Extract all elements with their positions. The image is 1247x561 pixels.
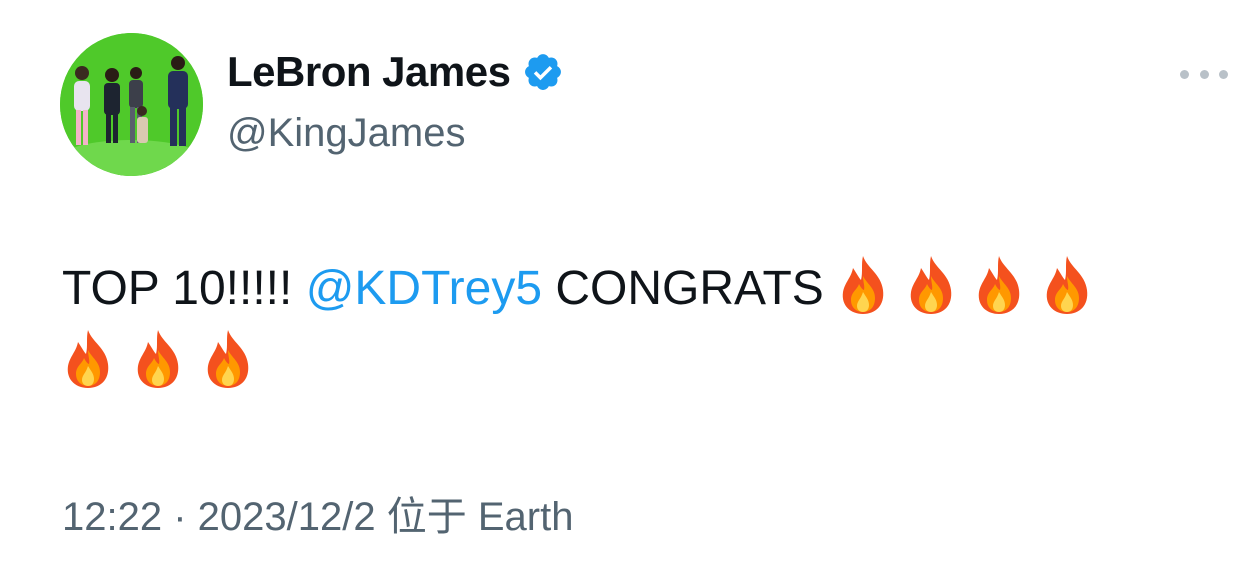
flame-group-1	[837, 256, 1109, 315]
more-dot	[1180, 69, 1189, 79]
fire-emoji-icon	[837, 254, 889, 316]
author-handle[interactable]: @KingJames	[227, 111, 465, 156]
avatar[interactable]	[60, 33, 203, 176]
tweet-text: TOP 10!!!!! @KDTrey5 CONGRATS	[62, 252, 1202, 400]
tweet-time[interactable]: 12:22	[62, 495, 162, 539]
fire-emoji-icon	[132, 328, 184, 390]
verified-badge-icon[interactable]	[522, 51, 564, 93]
fire-emoji-icon	[973, 254, 1025, 316]
tweet-text-end: CONGRATS	[542, 262, 824, 315]
tweet-text-start: TOP 10!!!!!	[62, 262, 306, 315]
more-dot	[1219, 69, 1228, 79]
fire-emoji-icon	[202, 328, 254, 390]
meta-separator: ·	[162, 495, 198, 539]
more-dot	[1199, 69, 1209, 79]
tweet-date[interactable]: 2023/12/2	[198, 495, 376, 539]
display-name-text: LeBron James	[227, 48, 511, 95]
tweet-location: Earth	[477, 495, 574, 539]
fire-emoji-icon	[905, 254, 957, 316]
tweet-card: LeBron James @KingJames TOP 10!!!!! @KDT…	[0, 0, 1247, 561]
fire-emoji-icon	[1041, 254, 1093, 316]
flame-group-2	[62, 326, 1202, 400]
tweet-metadata: 12:22 · 2023/12/2 位于 Earth	[62, 484, 573, 542]
mention-link[interactable]: @KDTrey5	[306, 262, 542, 315]
fire-emoji-icon	[62, 328, 114, 390]
location-prefix: 位于	[375, 495, 478, 539]
avatar-image	[60, 33, 203, 176]
author-display-name[interactable]: LeBron James	[227, 48, 564, 96]
tweet-text-line-1: TOP 10!!!!! @KDTrey5 CONGRATS	[62, 252, 1202, 326]
more-options-icon[interactable]	[1180, 64, 1228, 84]
